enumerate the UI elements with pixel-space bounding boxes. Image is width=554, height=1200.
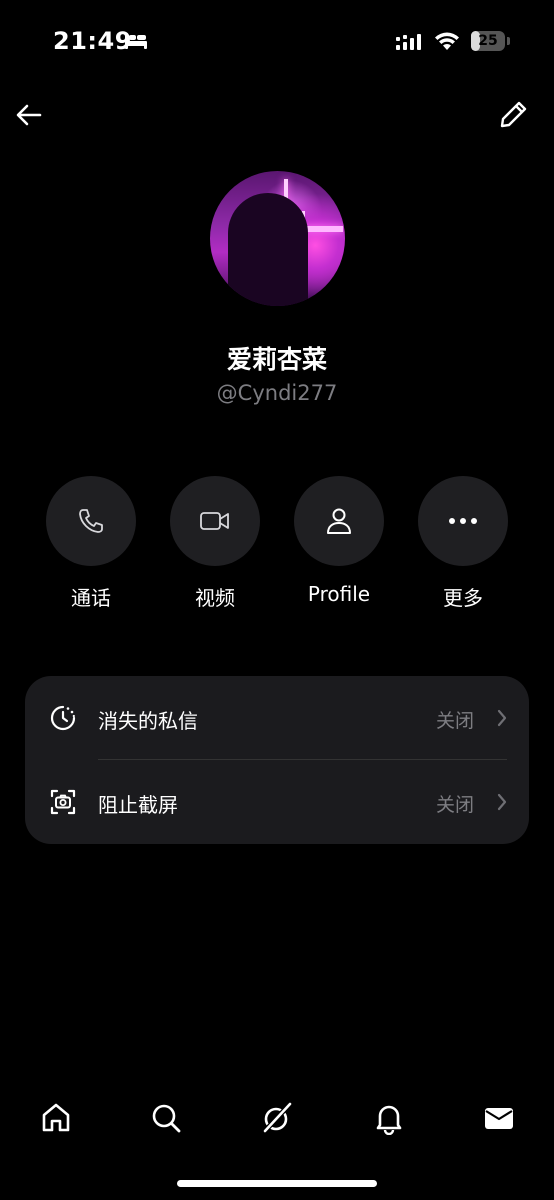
mail-icon <box>485 1108 513 1129</box>
phone-icon <box>79 509 103 533</box>
avatar-silhouette <box>228 193 308 306</box>
disappearing-messages-value: 关闭 <box>435 710 474 732</box>
tab-search[interactable] <box>146 1098 186 1138</box>
home-indicator <box>177 1180 377 1187</box>
wifi-icon <box>435 32 459 50</box>
profile-button-circle[interactable] <box>294 476 384 566</box>
call-label: 通话 <box>71 586 111 610</box>
bed-icon <box>125 33 147 49</box>
person-icon <box>327 508 351 534</box>
call-button[interactable]: 通话 <box>46 476 136 611</box>
disappearing-messages-label: 消失的私信 <box>98 709 198 733</box>
battery-tip <box>507 37 510 45</box>
timer-icon <box>50 705 76 731</box>
chevron-right-icon <box>497 709 507 727</box>
status-time: 21:49 <box>53 27 132 55</box>
video-button-circle[interactable] <box>170 476 260 566</box>
profile-handle: @Cyndi277 <box>216 381 338 405</box>
tab-grok[interactable] <box>257 1098 297 1138</box>
cellular-signal-icon <box>396 34 421 50</box>
grok-icon <box>262 1102 292 1134</box>
video-label: 视频 <box>195 586 235 610</box>
profile-name: 爱莉杏菜 <box>226 345 327 374</box>
call-button-circle[interactable] <box>46 476 136 566</box>
bell-icon <box>376 1105 402 1135</box>
screenshot-icon <box>50 789 76 815</box>
video-icon <box>200 512 229 530</box>
block-screenshots-row[interactable]: 阻止截屏 关闭 <box>25 760 529 844</box>
tab-notifications[interactable] <box>369 1098 409 1138</box>
edit-button[interactable] <box>497 97 531 131</box>
battery-text: 25 <box>478 33 498 49</box>
video-button[interactable]: 视频 <box>170 476 260 611</box>
status-bar: 21:49 25 <box>0 0 554 84</box>
tab-messages[interactable] <box>479 1098 519 1138</box>
back-button[interactable] <box>12 98 46 132</box>
tab-bar <box>0 1090 554 1150</box>
more-icon <box>449 518 477 524</box>
pencil-icon <box>500 101 527 128</box>
chevron-right-icon <box>497 793 507 811</box>
more-button[interactable]: 更多 <box>418 476 508 611</box>
profile-button[interactable]: Profile <box>294 476 384 606</box>
avatar[interactable] <box>210 171 345 306</box>
block-screenshots-label: 阻止截屏 <box>98 793 178 817</box>
more-button-circle[interactable] <box>418 476 508 566</box>
battery-icon: 25 <box>471 31 505 51</box>
profile-label: Profile <box>307 582 371 606</box>
back-arrow-icon <box>16 104 42 126</box>
tab-home[interactable] <box>36 1098 76 1138</box>
home-icon <box>42 1103 70 1132</box>
search-icon <box>152 1104 181 1133</box>
block-screenshots-value: 关闭 <box>435 794 474 816</box>
more-label: 更多 <box>443 586 483 610</box>
disappearing-messages-row[interactable]: 消失的私信 关闭 <box>25 676 529 760</box>
settings-card: 消失的私信 关闭 阻止截屏 关闭 <box>25 676 529 844</box>
